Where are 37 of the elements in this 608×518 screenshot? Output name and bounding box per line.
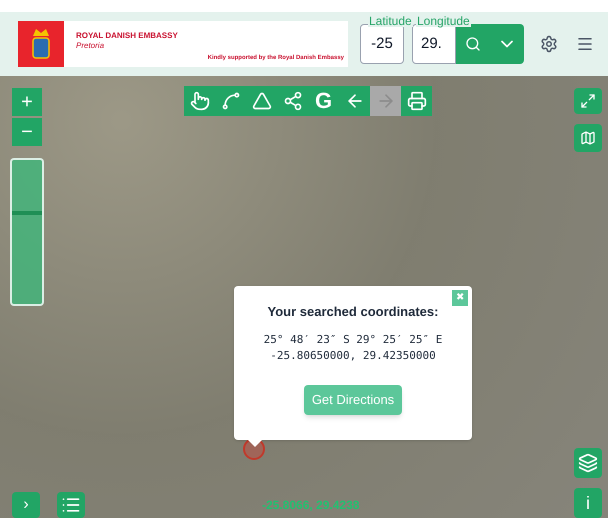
slider-thumb[interactable]: [12, 210, 42, 215]
zoom-out-button[interactable]: −: [12, 118, 42, 146]
measure-line-icon: [220, 91, 240, 111]
measure-area-icon: [252, 91, 272, 111]
satellite-map[interactable]: + − G ✖ Your searched coordinates: 25° 48′ 23″ S 29° 25′ 25″ E -25.80650000, 29.42350000 Get Directions › -25.8066, 29.4238 i: [0, 76, 608, 518]
menu-icon[interactable]: [576, 35, 594, 53]
org-name: ROYAL DANISH EMBASSY: [76, 31, 179, 41]
world-map-icon: [580, 130, 596, 146]
expand-arrows-icon: [580, 93, 596, 109]
printer-icon: [406, 91, 426, 111]
google-button[interactable]: G: [308, 86, 339, 116]
decimal-coordinates: -25.80650000, 29.42350000: [270, 348, 436, 364]
settings-icon[interactable]: [540, 35, 558, 53]
latitude-label: Latitude: [368, 15, 413, 27]
hand-pointer-icon: [190, 91, 210, 111]
city-name: Pretoria: [76, 41, 106, 51]
zoom-in-button[interactable]: +: [12, 88, 42, 116]
fullscreen-button[interactable]: [574, 88, 602, 114]
popup-pointer: [248, 440, 262, 447]
search-icon: [465, 36, 481, 52]
longitude-label: Longitude: [416, 15, 471, 27]
cursor-coordinates: -25.8066, 29.4238: [262, 497, 360, 514]
get-directions-button[interactable]: Get Directions: [304, 384, 402, 414]
layers-icon: [578, 453, 598, 473]
sidebar-toggle-button[interactable]: ›: [12, 492, 40, 518]
close-button[interactable]: ✖: [452, 290, 468, 306]
crest-logo: [18, 21, 64, 67]
network-icon: [282, 91, 302, 111]
zoom-slider[interactable]: [10, 158, 44, 306]
dropdown-button[interactable]: [490, 24, 524, 64]
info-button[interactable]: i: [574, 488, 602, 518]
popup-title: Your searched coordinates:: [268, 303, 438, 321]
dms-coordinates: 25° 48′ 23″ S 29° 25′ 25″ E: [264, 332, 442, 348]
layers-button[interactable]: [574, 448, 602, 478]
latitude-field[interactable]: -25: [360, 24, 404, 64]
basemap-button[interactable]: [574, 124, 602, 152]
legend-button[interactable]: [57, 492, 85, 518]
